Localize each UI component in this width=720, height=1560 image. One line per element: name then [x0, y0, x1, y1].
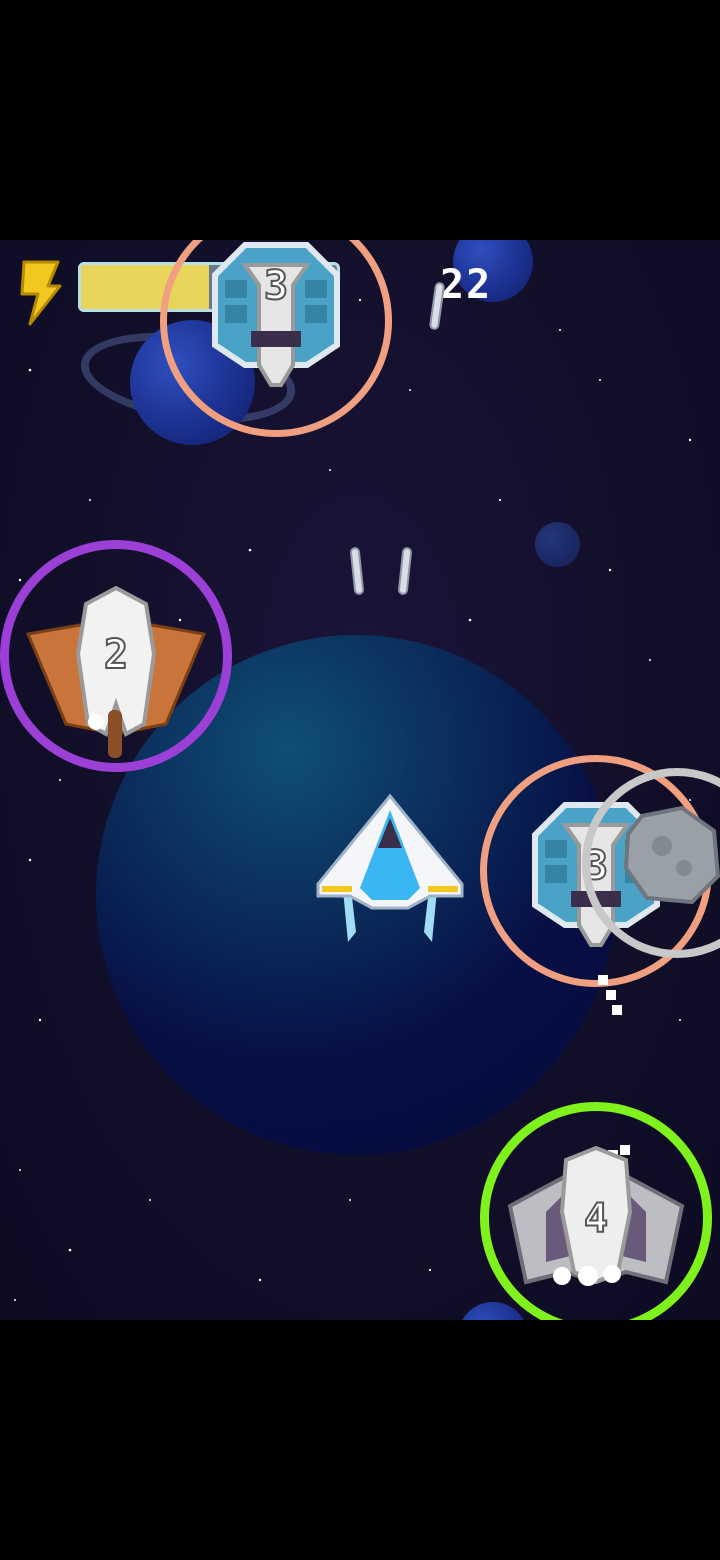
- enemy-ship-gray-bottom: 4: [480, 1102, 712, 1320]
- asteroid-rock-icon: [623, 806, 720, 905]
- lightning-bolt-icon: [20, 260, 62, 326]
- debris: [598, 975, 608, 985]
- score-counter: 22: [440, 262, 493, 308]
- debris: [606, 990, 616, 1000]
- enemy-hitpoints: 4: [583, 1195, 609, 1243]
- game-canvas[interactable]: 22 3 2 3 4: [0, 240, 720, 1320]
- enemy-hitpoints: 3: [263, 262, 289, 310]
- letterbox-bottom: [0, 1320, 720, 1560]
- debris: [612, 1005, 622, 1015]
- enemy-hitpoints: 2: [103, 631, 129, 679]
- asteroid: [582, 768, 720, 958]
- planet-tiny: [535, 522, 580, 567]
- letterbox-top: [0, 0, 720, 240]
- enemy-ship-orange-left: 2: [0, 540, 232, 772]
- enemy-ship-teal-top: 3: [160, 240, 392, 437]
- player-ship[interactable]: [312, 792, 468, 942]
